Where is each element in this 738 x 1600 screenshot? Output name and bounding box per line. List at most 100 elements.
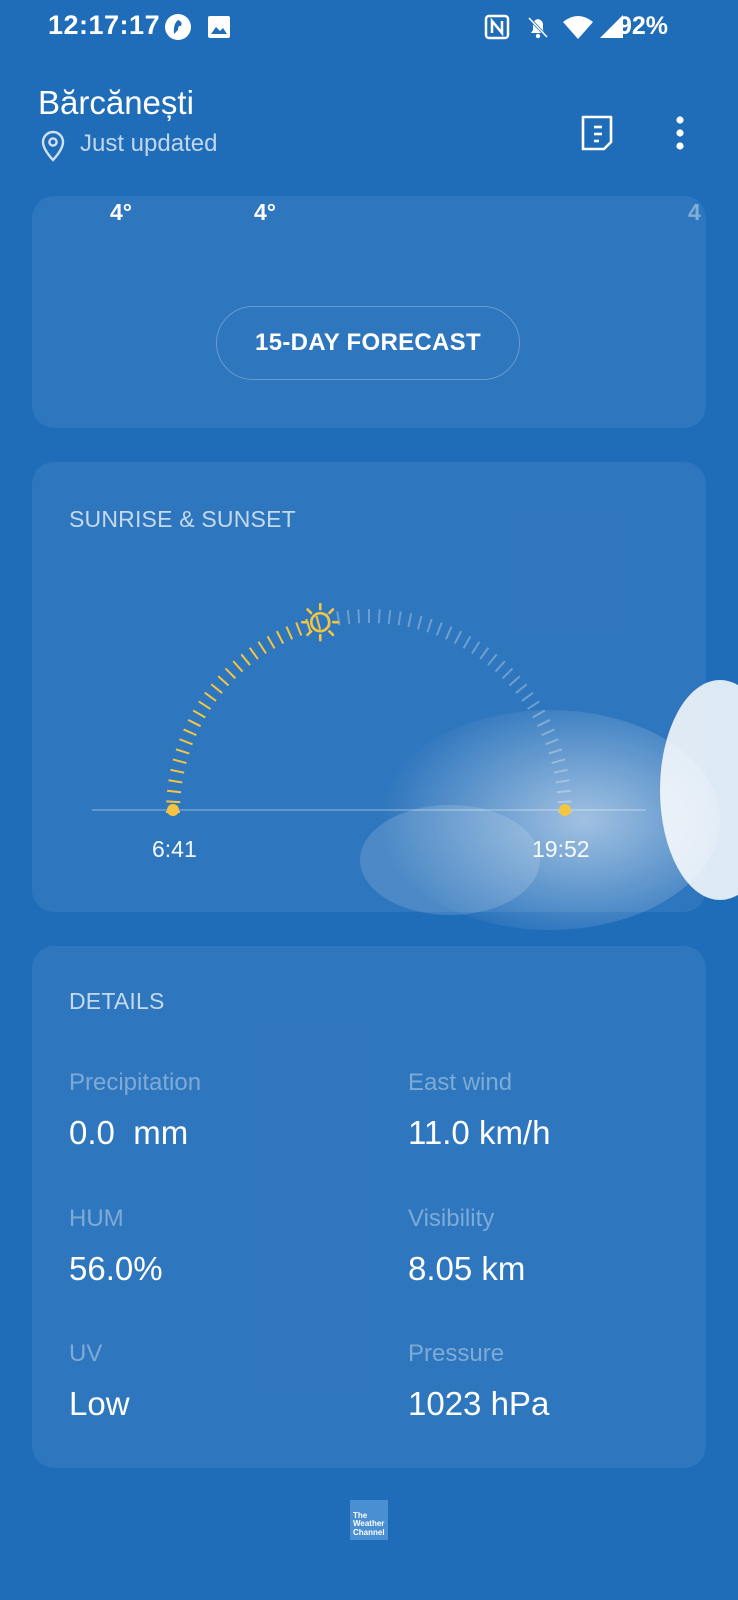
arc-tick-remaining [515,683,528,694]
arc-tick-elapsed [204,691,217,702]
arc-tick-remaining [426,618,433,633]
arc-tick-remaining [387,610,392,625]
visibility-value: 8.05 km [408,1250,526,1287]
arc-tick-remaining [536,718,551,728]
arc-tick-elapsed [175,748,190,755]
arc-tick-elapsed [266,635,276,649]
hourly-temp: 4° [254,199,276,225]
arc-tick-remaining [541,728,555,737]
arc-tick-remaining [526,700,540,710]
sun-section-title: SUNRISE & SUNSET [69,506,296,532]
arc-tick-elapsed [210,683,223,694]
hourly-temp: 4° [110,199,132,225]
sunrise-dot [167,804,179,816]
arc-tick-remaining [508,675,521,687]
sunset-time: 19:52 [532,836,590,862]
arc-tick-elapsed [275,630,285,645]
arc-tick-elapsed [285,626,294,640]
weather-channel-logo[interactable]: The Weather Channel [350,1500,388,1540]
app-notification-icon [165,14,191,40]
document-icon[interactable] [580,114,614,152]
arc-tick-elapsed [187,718,202,728]
weather-app-screen: { "status_bar": { "time": "12:17:17", "b… [0,0,738,1600]
sunset-dot [559,804,571,816]
sun-ray [328,608,335,615]
arc-tick-remaining [556,789,571,794]
arc-tick-remaining [553,768,568,774]
precipitation-label: Precipitation [69,1069,202,1096]
arc-tick-elapsed [172,758,187,765]
wind-label: East wind [408,1069,513,1096]
arc-tick-remaining [444,626,453,640]
arc-tick-elapsed [179,738,193,746]
hourly-temp: 4 [688,199,701,225]
status-time: 12:17:17 [48,10,161,40]
arc-tick-remaining [357,609,361,624]
humidity-label: HUM [69,1205,124,1232]
battery-level: 92% [617,12,668,40]
arc-tick-elapsed [295,622,303,636]
arc-tick-elapsed [183,728,197,737]
arc-tick-remaining [435,622,443,636]
arc-tick-remaining [407,613,413,628]
arc-tick-elapsed [198,700,212,710]
arc-tick-remaining [346,610,351,625]
details-section-title: DETAILS [69,988,165,1014]
humidity-value: 56.0% [69,1250,163,1287]
arc-tick-elapsed [166,800,181,804]
wifi-icon [563,16,593,39]
visibility-label: Visibility [408,1205,495,1232]
arc-tick-remaining [453,630,463,645]
arc-tick-remaining [479,647,490,660]
arc-tick-remaining [545,738,559,746]
arc-tick-remaining [551,758,566,765]
sun-icon [300,602,340,642]
arc-tick-remaining [532,709,546,719]
location-pin-icon [41,130,65,162]
pressure-label: Pressure [408,1340,505,1367]
arc-tick-elapsed [315,615,322,630]
arc-tick-elapsed [167,789,182,794]
arc-tick-remaining [487,653,498,666]
arc-tick-remaining [555,779,570,784]
arc-tick-remaining [397,611,402,626]
wind-value: 11.0 km/h [408,1114,551,1151]
arc-tick-elapsed [232,660,244,673]
sun-ray [306,608,313,615]
sunrise-time: 6:41 [152,836,197,862]
arc-tick-remaining [548,748,563,755]
details-card [32,946,706,1468]
uv-value: Low [69,1385,130,1422]
nfc-icon [484,14,510,40]
forecast-15-day-button[interactable]: 15-DAY FORECAST [216,306,520,380]
arc-tick-elapsed [240,653,251,666]
bell-off-icon [527,16,549,39]
logo-text: The Weather Channel [353,1510,385,1537]
sun-arc-diagram [92,602,646,816]
arc-tick-elapsed [168,779,183,784]
precipitation-value: 0.0 mm [69,1114,189,1151]
arc-tick-remaining [521,691,534,702]
arc-tick-elapsed [170,768,185,774]
arc-tick-remaining [462,635,472,649]
forecast-button-label: 15-DAY FORECAST [255,329,481,356]
arc-tick-remaining [416,615,423,630]
pressure-value: 1023 hPa [408,1385,550,1422]
sun-ray [306,630,313,637]
arc-tick-elapsed [224,667,237,680]
arc-tick-remaining [471,641,481,655]
more-vert-icon[interactable] [668,114,692,154]
update-status: Just updated [80,130,218,157]
arc-tick-elapsed [192,709,206,719]
arc-tick-remaining [557,800,572,804]
arc-tick-elapsed [257,641,267,655]
arc-tick-remaining [501,667,514,680]
arc-tick-remaining [377,609,381,624]
city-name[interactable]: Bărcănești [38,84,194,122]
arc-tick-remaining [494,660,506,673]
arc-tick-elapsed [217,675,230,687]
image-icon [208,16,230,38]
uv-label: UV [69,1340,103,1367]
arc-tick-elapsed [248,647,259,660]
sun-ray [328,630,335,637]
